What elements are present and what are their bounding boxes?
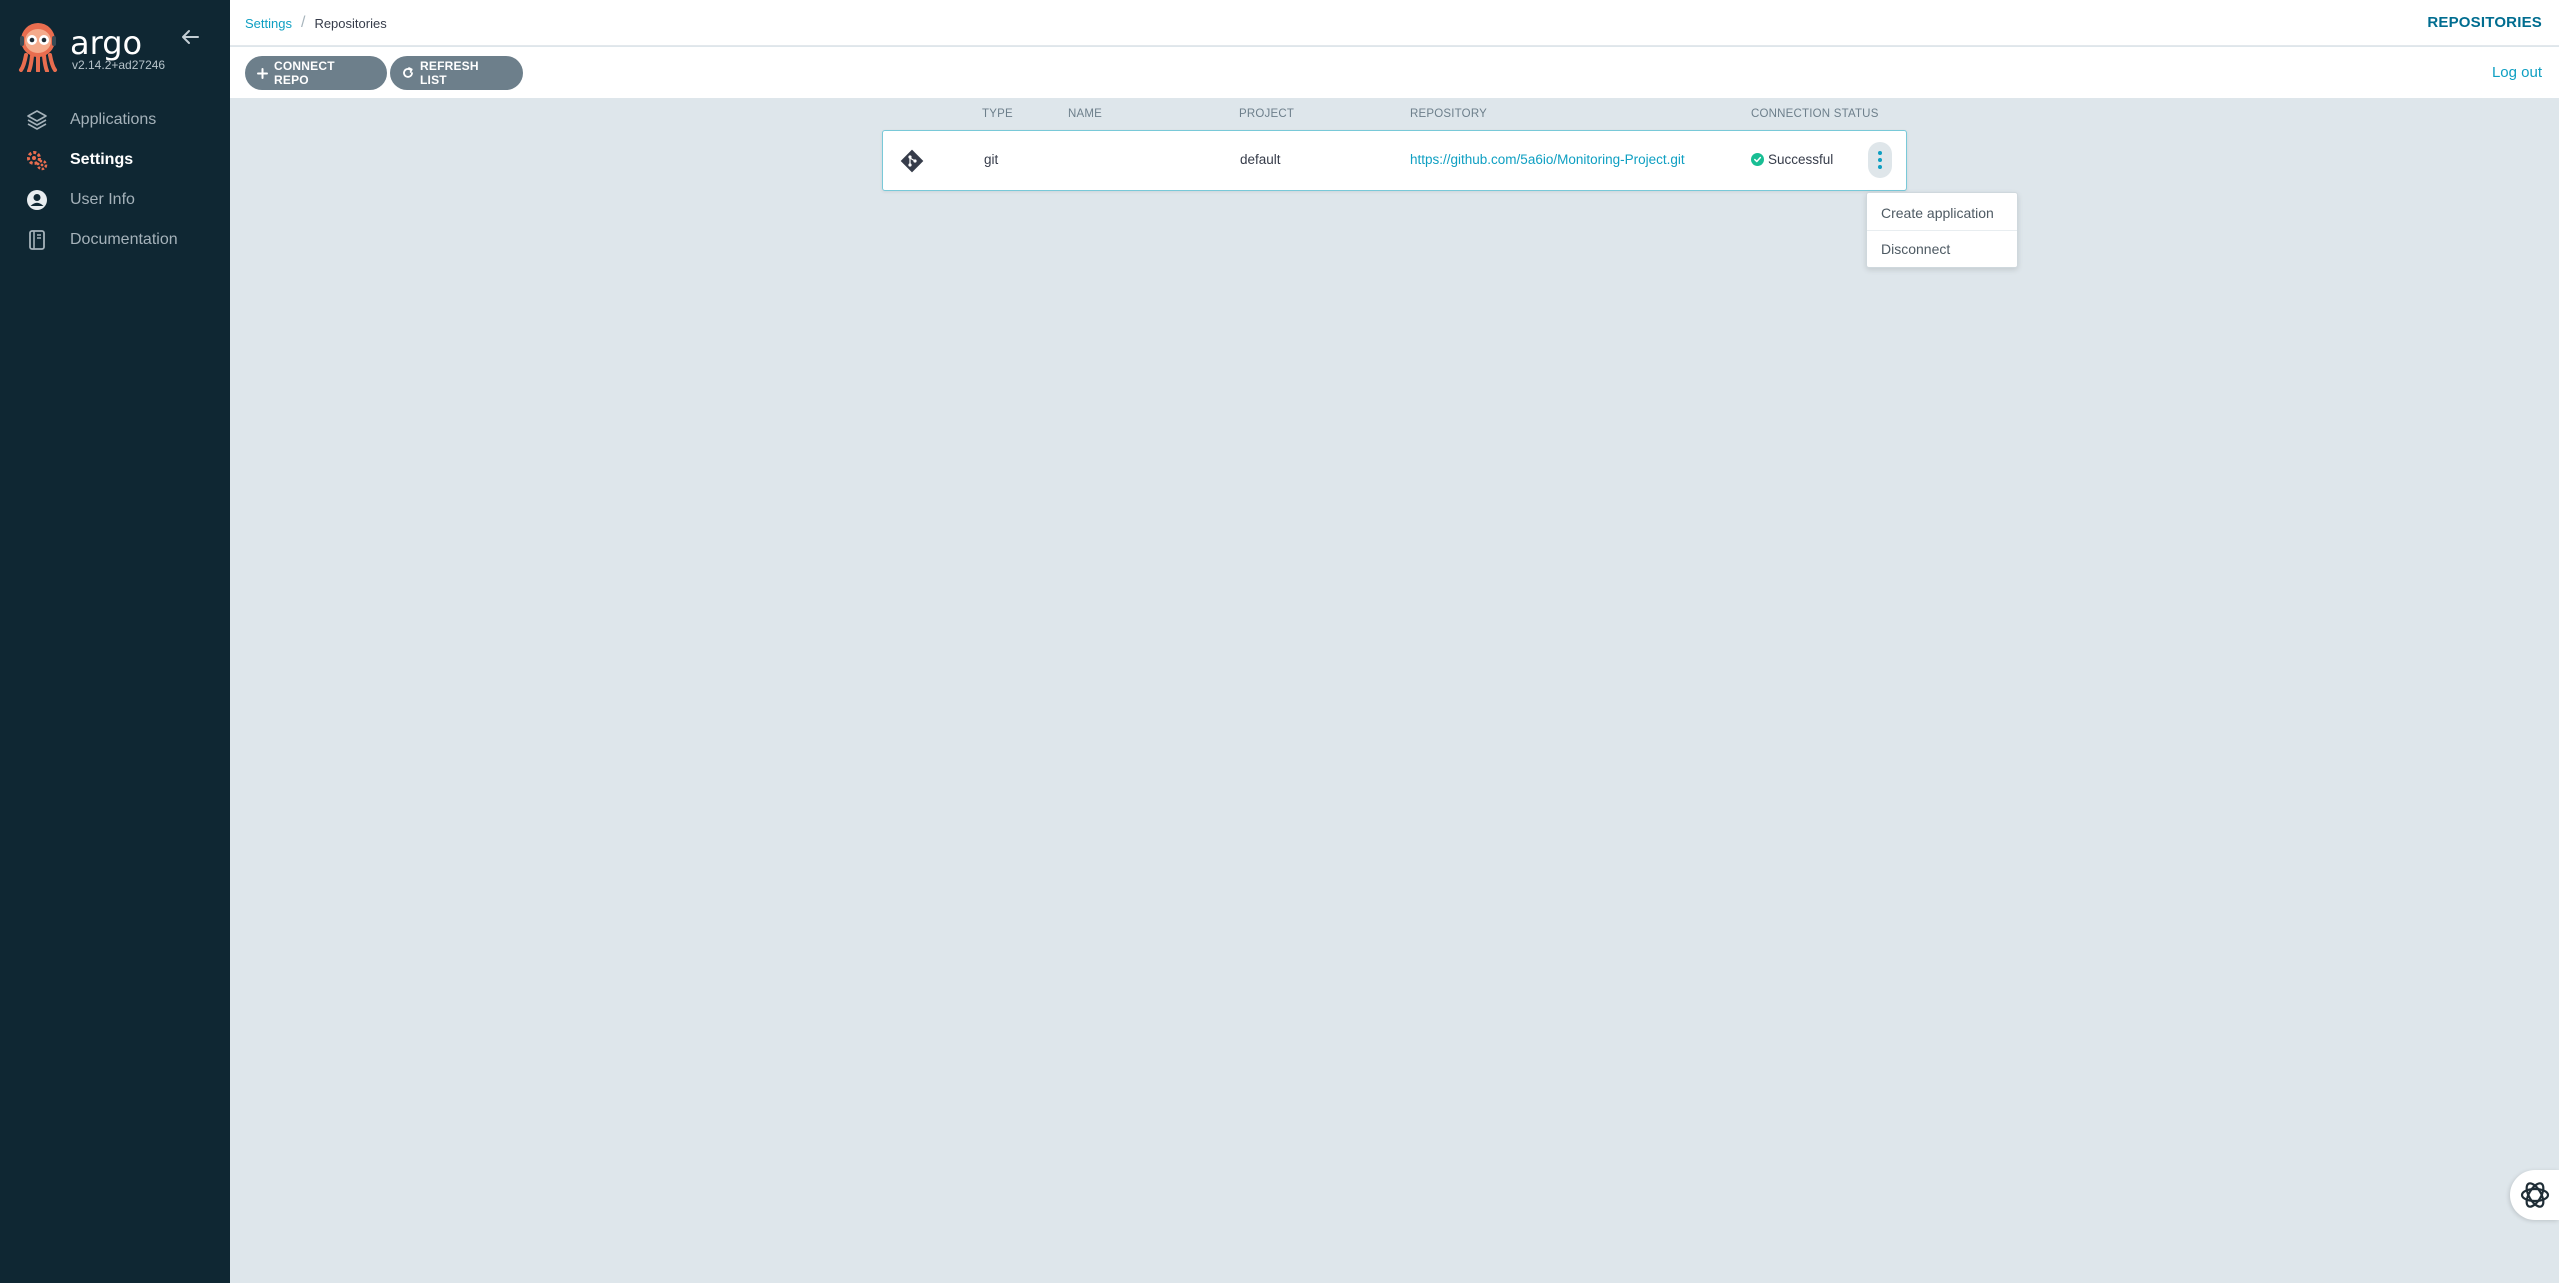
- menu-item-disconnect[interactable]: Disconnect: [1867, 231, 2017, 267]
- toolbar: CONNECT REPO REFRESH LIST Log out: [230, 47, 2559, 99]
- row-actions-menu-button[interactable]: [1868, 142, 1892, 178]
- connection-status-text: Successful: [1768, 152, 1834, 167]
- kebab-dot-icon: [1878, 151, 1882, 155]
- menu-item-create-application[interactable]: Create application: [1867, 195, 2017, 231]
- git-icon: [900, 149, 924, 173]
- top-bar: Settings / Repositories REPOSITORIES: [230, 0, 2559, 46]
- column-header-type: TYPE: [982, 108, 1013, 120]
- breadcrumb-separator: /: [300, 14, 306, 31]
- connect-repo-button[interactable]: CONNECT REPO: [245, 56, 387, 90]
- column-header-repository: REPOSITORY: [1410, 108, 1487, 120]
- sidebar-item-documentation[interactable]: Documentation: [0, 220, 230, 260]
- sidebar-item-label: Applications: [70, 111, 157, 128]
- breadcrumb-current: Repositories: [314, 15, 387, 31]
- help-chat-button[interactable]: [2510, 1170, 2559, 1220]
- collapse-sidebar-button[interactable]: [178, 24, 204, 50]
- help-chat-icon: [2520, 1182, 2549, 1208]
- column-header-project: PROJECT: [1239, 108, 1295, 120]
- row-actions-dropdown: Create application Disconnect: [1866, 192, 2018, 268]
- connection-status: Successful: [1751, 152, 1833, 167]
- version-label: v2.14.2+ad27246: [72, 58, 166, 72]
- book-icon: [24, 227, 50, 253]
- repo-url-link[interactable]: https://github.com/5a6io/Monitoring-Proj…: [1410, 152, 1685, 167]
- refresh-icon: [402, 67, 414, 79]
- sidebar-item-user-info[interactable]: User Info: [0, 180, 230, 220]
- plus-icon: [257, 67, 268, 79]
- breadcrumb: Settings / Repositories: [245, 14, 387, 32]
- arrow-left-icon: [182, 30, 199, 44]
- repo-project: default: [1240, 152, 1281, 167]
- sidebar-nav: Applications Settings User Info Document…: [0, 100, 230, 260]
- sidebar-item-applications[interactable]: Applications: [0, 100, 230, 140]
- page-title: REPOSITORIES: [2427, 14, 2542, 31]
- table-header: TYPE NAME PROJECT REPOSITORY CONNECTION …: [882, 108, 1907, 128]
- logout-link[interactable]: Log out: [2492, 64, 2542, 81]
- refresh-list-label: REFRESH LIST: [420, 59, 479, 87]
- kebab-dot-icon: [1878, 165, 1882, 169]
- kebab-dot-icon: [1878, 158, 1882, 162]
- column-header-connection-status: CONNECTION STATUS: [1751, 108, 1879, 120]
- argo-octopus-logo-icon: [19, 23, 57, 72]
- connect-repo-label: CONNECT REPO: [274, 59, 335, 87]
- table-row[interactable]: git default https://github.com/5a6io/Mon…: [882, 130, 1907, 191]
- check-circle-icon: [1751, 153, 1764, 166]
- repo-type: git: [984, 152, 999, 167]
- sidebar-item-label: Documentation: [70, 231, 178, 248]
- sidebar-item-label: Settings: [70, 151, 134, 168]
- layers-icon: [24, 107, 50, 133]
- sidebar-item-settings[interactable]: Settings: [0, 140, 230, 180]
- gear-icon: [24, 147, 50, 173]
- user-circle-icon: [24, 187, 50, 213]
- logo-text: argo: [70, 24, 143, 62]
- sidebar: argo v2.14.2+ad27246 Applications Settin…: [0, 0, 230, 1283]
- column-header-name: NAME: [1068, 108, 1103, 120]
- breadcrumb-settings-link[interactable]: Settings: [245, 16, 292, 31]
- sidebar-item-label: User Info: [70, 191, 135, 208]
- refresh-list-button[interactable]: REFRESH LIST: [390, 56, 523, 90]
